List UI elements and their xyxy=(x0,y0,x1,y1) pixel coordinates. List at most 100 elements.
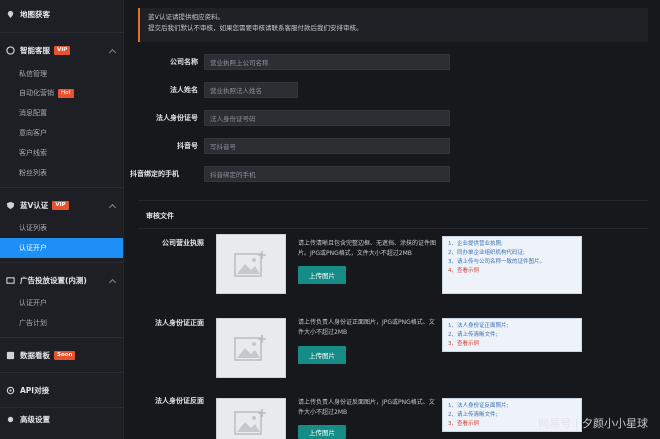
tip-line: 2、请上传清晰文件; xyxy=(448,332,498,338)
divider xyxy=(0,337,123,338)
soon-badge: Soon xyxy=(54,350,76,360)
phone-input[interactable]: 抖音绑定的手机 xyxy=(204,166,450,182)
id-number-input[interactable]: 法人身份证号码 xyxy=(204,110,450,126)
sidebar-group-ads[interactable]: 广告投放设置(内测) xyxy=(0,267,123,293)
id-front-tips: 1、法人身份证正面照片; 2、请上传清晰文件; 3、查看示例 xyxy=(442,318,582,352)
image-placeholder-icon xyxy=(234,409,266,435)
phone-label: 抖音绑定的手机 xyxy=(130,170,179,178)
input-placeholder: 抖音绑定的手机 xyxy=(210,171,256,179)
license-upload-button[interactable]: 上传图片 xyxy=(298,266,346,284)
ad-icon xyxy=(6,276,15,284)
chevron-up-icon xyxy=(108,278,117,286)
sidebar-group-map[interactable]: 地图获客 xyxy=(0,0,123,28)
id-back-upload-area[interactable] xyxy=(216,398,286,439)
divider xyxy=(0,262,123,263)
settings-icon xyxy=(7,416,14,422)
sidebar-group-label: API对接 xyxy=(20,385,50,395)
sidebar-item-ads-open[interactable]: 认证开户 xyxy=(0,293,123,313)
sidebar-group-more[interactable]: 高级设置 xyxy=(0,412,123,426)
main-content: 蓝V认证请提供相应资料。 提交后我们默认不审核，如果您需要审核请联系客服付款后我… xyxy=(124,0,660,439)
headset-icon xyxy=(6,45,15,55)
sidebar-group-label: 广告投放设置(内测) xyxy=(20,275,87,285)
view-example-link[interactable]: 4、查看示例 xyxy=(448,267,576,276)
sidebar-item-intent[interactable]: 意向客户 xyxy=(0,123,123,143)
sidebar-group-label: 地图获客 xyxy=(20,9,50,19)
sidebar-item-fans[interactable]: 粉丝列表 xyxy=(0,163,123,183)
tip-line: 1、法人身份证反面照片; xyxy=(448,403,509,409)
shield-icon xyxy=(6,201,15,209)
license-label: 公司营业执照 xyxy=(162,239,204,247)
douyin-input[interactable]: 写抖音号 xyxy=(204,138,450,154)
form-row-douyin: 抖音号 写抖音号 xyxy=(124,138,450,154)
sidebar-item-label: 私信管理 xyxy=(19,70,47,78)
vip-badge: VIP xyxy=(54,45,71,55)
tip-line: 1、法人身份证正面照片; xyxy=(448,323,509,329)
form-row-company: 公司名称 营业执照上公司名称 xyxy=(124,54,450,70)
sidebar-item-label: 广告计划 xyxy=(19,319,47,327)
id-front-upload-area[interactable] xyxy=(216,318,286,378)
view-example-link[interactable]: 3、查看示例 xyxy=(448,340,576,349)
license-description: 请上传清晰且包含完整边框、无遮挡、涂抹的证件图片。JPG或PNG格式，文件大小不… xyxy=(298,240,437,257)
divider xyxy=(0,32,123,33)
tip-line: 1、企业提供营业执照; xyxy=(448,241,503,247)
image-placeholder-icon xyxy=(234,251,266,277)
sidebar-group-label: 数据看板 xyxy=(20,350,50,360)
section-title: 审核文件 xyxy=(146,212,174,220)
sidebar-group-label: 高级设置 xyxy=(20,414,50,424)
sidebar-item-message-config[interactable]: 消息配置 xyxy=(0,103,123,123)
dashboard-icon xyxy=(6,351,15,359)
notice-line: 蓝V认证请提供相应资料。 xyxy=(148,13,224,21)
id-front-label: 法人身份证正面 xyxy=(155,319,204,327)
license-upload-area[interactable] xyxy=(216,234,286,294)
sidebar-item-leads[interactable]: 客户线索 xyxy=(0,143,123,163)
tip-line: 3、请上传与公司名称一致的证件图片。 xyxy=(448,259,546,265)
company-label: 公司名称 xyxy=(170,58,198,66)
license-tips: 1、企业提供营业执照; 2、同办单企业组织机构代码证; 3、请上传与公司名称一致… xyxy=(442,236,582,294)
sidebar-group-label: 蓝V认证 xyxy=(20,200,49,210)
sidebar-group-smart[interactable]: 智能客服 VIP xyxy=(0,37,123,63)
tip-line: 2、同办单企业组织机构代码证; xyxy=(448,250,525,256)
input-placeholder: 营业执照上公司名称 xyxy=(210,59,269,67)
input-placeholder: 营业执照法人姓名 xyxy=(210,87,262,95)
id-number-label: 法人身份证号 xyxy=(156,114,198,122)
sidebar-item-label: 意向客户 xyxy=(19,129,47,137)
sidebar-item-label: 消息配置 xyxy=(19,109,47,117)
divider xyxy=(0,407,123,408)
divider xyxy=(0,187,123,188)
sidebar-item-label: 客户线索 xyxy=(19,149,47,157)
input-placeholder: 写抖音号 xyxy=(210,143,236,151)
notice-banner: 蓝V认证请提供相应资料。 提交后我们默认不审核，如果您需要审核请联系客服付款后我… xyxy=(138,8,648,42)
notice-line: 提交后我们默认不审核，如果您需要审核请联系客服付款后我们安排审核。 xyxy=(148,24,363,32)
legal-name-input[interactable]: 营业执照法人姓名 xyxy=(204,82,298,98)
form-row-id: 法人身份证号 法人身份证号码 xyxy=(124,110,450,126)
id-front-upload-button[interactable]: 上传图片 xyxy=(298,346,346,364)
map-pin-icon xyxy=(7,10,14,18)
sidebar-item-cert-open[interactable]: 认证开户 xyxy=(0,238,123,258)
sidebar-item-dm[interactable]: 私信管理 xyxy=(0,63,123,83)
sidebar-group-data[interactable]: 数据看板 Soon xyxy=(0,342,123,368)
chevron-up-icon xyxy=(108,48,117,56)
input-placeholder: 法人身份证号码 xyxy=(210,115,256,123)
id-back-upload-button[interactable]: 上传图片 xyxy=(298,425,346,439)
sidebar-group-blue-v[interactable]: 蓝V认证 VIP xyxy=(0,192,123,218)
sidebar-group-api[interactable]: API对接 xyxy=(0,377,123,403)
image-placeholder-icon xyxy=(234,335,266,361)
chevron-up-icon xyxy=(108,203,117,211)
sidebar-item-cert-list[interactable]: 认证列表 xyxy=(0,218,123,238)
form-row-phone: 抖音绑定的手机 抖音绑定的手机 xyxy=(124,166,450,182)
vip-badge: VIP xyxy=(52,200,69,210)
form-row-legal: 法人姓名 营业执照法人姓名 xyxy=(124,82,298,98)
sidebar-item-ads-plan[interactable]: 广告计划 xyxy=(0,313,123,333)
legal-name-label: 法人姓名 xyxy=(170,86,198,94)
api-icon xyxy=(6,386,15,394)
id-front-description: 请上传负责人身份证正面图片，JPG或PNG格式、文件大小不超过2MB xyxy=(298,319,435,336)
sidebar-item-label: 粉丝列表 xyxy=(19,169,47,177)
id-back-label: 法人身份证反面 xyxy=(155,397,204,405)
sidebar-group-label: 智能客服 xyxy=(20,45,50,55)
sidebar-item-automation[interactable]: 自动化营销 Hot xyxy=(0,83,123,103)
hot-badge: Hot xyxy=(58,88,74,98)
company-input[interactable]: 营业执照上公司名称 xyxy=(204,54,450,70)
douyin-label: 抖音号 xyxy=(177,142,198,150)
sidebar: 地图获客 智能客服 VIP 私信管理 自动化营销 Hot 消息配置 意向客户 客户… xyxy=(0,0,124,439)
sidebar-item-label: 认证列表 xyxy=(19,224,47,232)
